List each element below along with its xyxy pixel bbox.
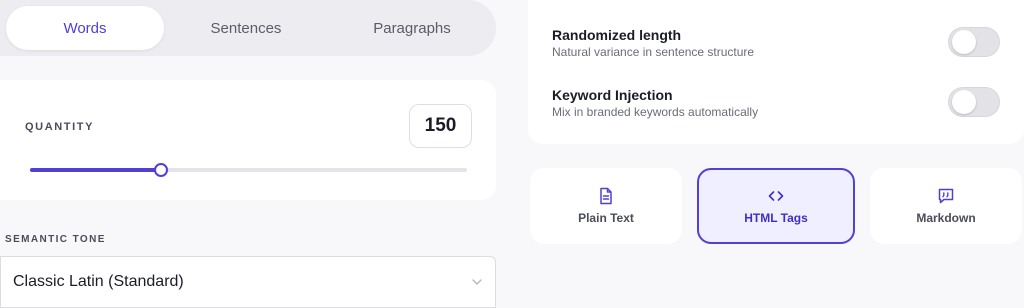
quantity-input[interactable]: 150 (409, 104, 472, 148)
format-label: HTML Tags (744, 211, 808, 225)
slider-fill (30, 168, 162, 172)
randomized-length-toggle[interactable] (948, 27, 1000, 57)
generator-settings-panel: Words Sentences Paragraphs QUANTITY 150 … (0, 0, 1024, 308)
tab-paragraphs[interactable]: Paragraphs (328, 6, 496, 50)
toggle-knob (952, 90, 976, 114)
quantity-label: QUANTITY (25, 121, 95, 133)
option-desc-randomized-length: Natural variance in sentence structure (552, 45, 755, 59)
option-title-keyword-injection: Keyword Injection (552, 87, 673, 103)
tone-selected-value: Classic Latin (Standard) (13, 273, 184, 290)
quantity-slider[interactable] (30, 163, 467, 177)
document-icon (600, 187, 612, 205)
tone-label: SEMANTIC TONE (5, 234, 106, 245)
options-card: Randomized length Natural variance in se… (528, 0, 1024, 144)
format-markdown[interactable]: Markdown (870, 168, 1022, 244)
option-desc-keyword-injection: Mix in branded keywords automatically (552, 105, 759, 119)
format-label: Plain Text (578, 211, 634, 225)
format-plain-text[interactable]: Plain Text (530, 168, 682, 244)
toggle-knob (952, 30, 976, 54)
tab-words[interactable]: Words (6, 6, 164, 50)
unit-tabs: Words Sentences Paragraphs (0, 0, 496, 56)
slider-handle[interactable] (154, 163, 169, 177)
format-html-tags[interactable]: HTML Tags (697, 168, 855, 244)
tone-select[interactable]: Classic Latin (Standard) (0, 256, 496, 308)
keyword-injection-toggle[interactable] (948, 87, 1000, 117)
tab-sentences[interactable]: Sentences (164, 6, 328, 50)
option-title-randomized-length: Randomized length (552, 27, 682, 43)
chevron-down-icon (472, 279, 482, 285)
format-label: Markdown (916, 211, 976, 225)
quote-icon (938, 188, 954, 204)
code-icon (768, 191, 784, 201)
